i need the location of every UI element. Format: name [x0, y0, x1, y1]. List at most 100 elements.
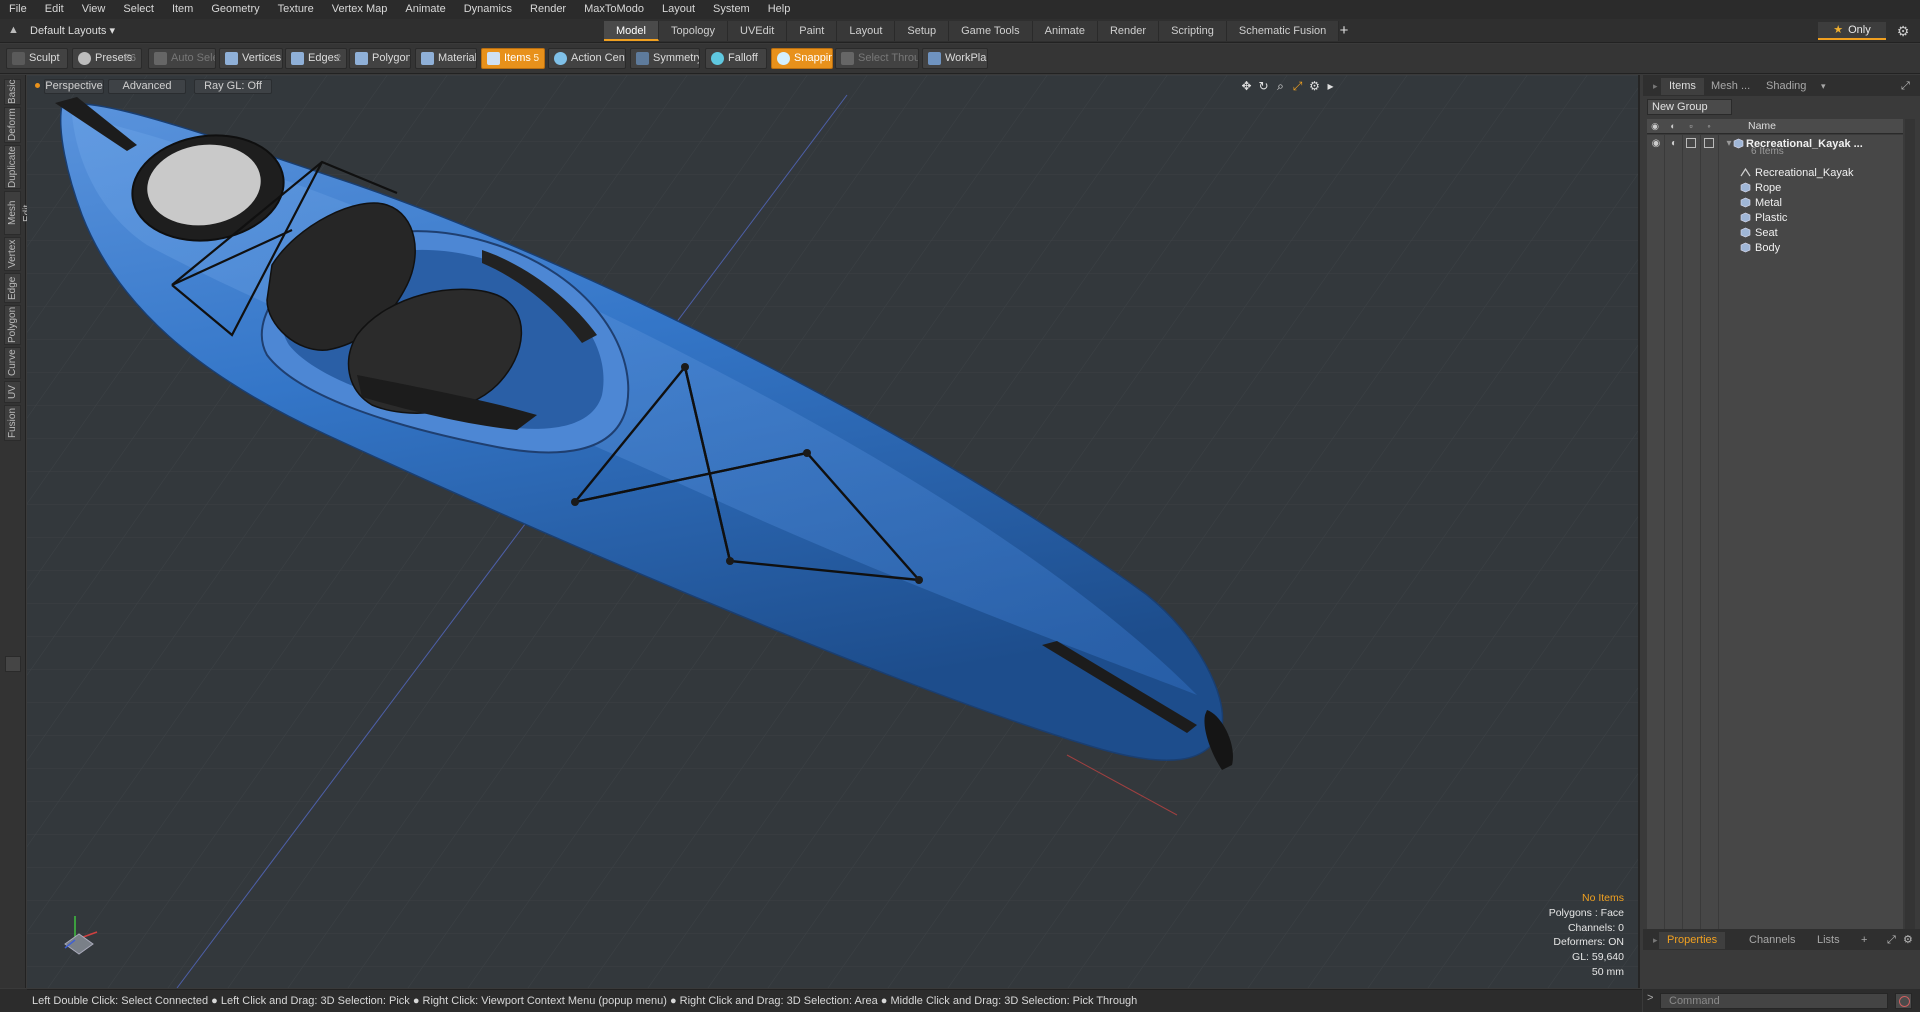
view-mode-dropdown[interactable]: Perspective	[44, 79, 104, 94]
menu-maxtomodo[interactable]: MaxToModo	[575, 0, 653, 19]
menu-geometry[interactable]: Geometry	[202, 0, 268, 19]
raygl-toggle[interactable]: Ray GL: Off	[194, 79, 272, 94]
layout-tab-bar: ▲ Default Layouts ▾ Model Topology UVEdi…	[0, 19, 1920, 43]
action-center-button[interactable]: Action Center	[548, 48, 626, 69]
tool-options-icon[interactable]	[5, 656, 21, 672]
fit-view-icon[interactable]: ⤢	[1290, 79, 1305, 94]
lock-checkbox[interactable]	[1686, 138, 1696, 148]
tab-render[interactable]: Render	[1097, 21, 1160, 41]
new-group-button[interactable]: New Group	[1647, 99, 1732, 115]
edges-shortcut: 2	[335, 53, 341, 64]
item-row-root[interactable]: ◉ ◐ ▾ Recreational_Kayak ... 6 Items	[1647, 135, 1903, 163]
add-tab-icon[interactable]: +	[1335, 21, 1353, 41]
select-through-button[interactable]: Select Through	[835, 48, 919, 69]
gl-info: GL: 59,640	[1572, 951, 1624, 964]
gear-icon[interactable]: ⚙	[1894, 22, 1912, 40]
vtab-basic[interactable]: Basic	[4, 79, 21, 105]
menu-edit[interactable]: Edit	[36, 0, 73, 19]
menu-texture[interactable]: Texture	[269, 0, 323, 19]
tab-mesh[interactable]: Mesh ...	[1703, 78, 1758, 95]
tab-properties[interactable]: Properties	[1659, 932, 1726, 949]
snapping-button[interactable]: Snapping	[771, 48, 833, 69]
tab-scripting[interactable]: Scripting	[1159, 21, 1227, 41]
axis-gizmo-icon	[64, 916, 98, 955]
menu-vertex-map[interactable]: Vertex Map	[323, 0, 397, 19]
kayak-scene	[27, 75, 1638, 988]
menu-system[interactable]: System	[704, 0, 759, 19]
layout-collapse-icon[interactable]: ▲	[8, 24, 20, 36]
menu-select[interactable]: Select	[114, 0, 163, 19]
menu-dynamics[interactable]: Dynamics	[455, 0, 521, 19]
menu-render[interactable]: Render	[521, 0, 575, 19]
vtab-curve[interactable]: Curve	[4, 347, 21, 379]
tab-game-tools[interactable]: Game Tools	[949, 21, 1033, 41]
presets-button[interactable]: Presets F6	[72, 48, 142, 69]
tab-uvedit[interactable]: UVEdit	[728, 21, 788, 41]
materials-button[interactable]: Materials	[415, 48, 477, 69]
pan-icon[interactable]: ✥	[1239, 79, 1254, 94]
vtab-edge[interactable]: Edge	[4, 273, 21, 303]
visibility-eye-icon[interactable]: ◉	[1650, 138, 1662, 149]
tab-items[interactable]: Items	[1661, 78, 1704, 95]
item-label: Plastic	[1755, 212, 1788, 224]
vtab-vertex[interactable]: Vertex	[4, 237, 21, 271]
tab-shading[interactable]: Shading	[1758, 78, 1814, 95]
tab-paint[interactable]: Paint	[787, 21, 838, 41]
polygons-button[interactable]: Polygons	[349, 48, 411, 69]
snapping-label: Snapping	[794, 52, 832, 64]
properties-settings-icon[interactable]: ⚙	[1895, 932, 1920, 949]
vertices-shortcut: 1	[271, 53, 277, 64]
edges-button[interactable]: Edges 2	[285, 48, 347, 69]
tab-topology[interactable]: Topology	[658, 21, 729, 41]
tab-layout[interactable]: Layout	[837, 21, 896, 41]
mesh-icon	[1740, 212, 1751, 223]
only-toggle-button[interactable]: ★ Only	[1818, 22, 1886, 40]
vtab-polygon[interactable]: Polygon	[4, 305, 21, 345]
tab-animate[interactable]: Animate	[1032, 21, 1098, 41]
add-panel-tab-icon[interactable]: +	[1853, 932, 1875, 949]
menu-help[interactable]: Help	[759, 0, 800, 19]
menu-animate[interactable]: Animate	[396, 0, 454, 19]
shading-mode-dropdown[interactable]: Advanced	[108, 79, 186, 94]
vtab-mesh-edit[interactable]: Mesh Edit	[4, 191, 33, 235]
select-checkbox[interactable]	[1704, 138, 1714, 148]
render-toggle-icon[interactable]: ◐	[1668, 138, 1680, 149]
layout-dropdown[interactable]: Default Layouts ▾	[30, 22, 115, 40]
workplane-button[interactable]: WorkPlane	[922, 48, 988, 69]
tool-palette-tabs: Basic Deform Duplicate Mesh Edit Vertex …	[0, 75, 33, 988]
command-input[interactable]: Command	[1660, 993, 1888, 1009]
vtab-duplicate[interactable]: Duplicate	[4, 145, 21, 189]
tab-schematic-fusion[interactable]: Schematic Fusion	[1226, 21, 1340, 41]
tab-lists[interactable]: Lists	[1809, 932, 1848, 949]
menu-item[interactable]: Item	[163, 0, 202, 19]
record-macro-icon[interactable]	[1895, 993, 1912, 1009]
item-list-scrollbar[interactable]	[1905, 119, 1915, 997]
vertices-button[interactable]: Vertices 1	[219, 48, 283, 69]
vtab-fusion[interactable]: Fusion	[4, 405, 21, 441]
tab-channels[interactable]: Channels	[1741, 932, 1803, 949]
menu-view[interactable]: View	[73, 0, 115, 19]
auto-select-button[interactable]: Auto Select	[148, 48, 216, 69]
tab-setup[interactable]: Setup	[895, 21, 950, 41]
tab-model[interactable]: Model	[604, 21, 659, 41]
mesh-icon	[1740, 242, 1751, 253]
falloff-button[interactable]: Falloff	[705, 48, 767, 69]
vtab-deform[interactable]: Deform	[4, 107, 21, 143]
viewport-active-dot	[35, 83, 40, 88]
properties-panel	[1643, 950, 1920, 989]
viewport-settings-icon[interactable]: ⚙	[1307, 79, 1322, 94]
items-button[interactable]: Items 5	[481, 48, 545, 69]
sculpt-button[interactable]: Sculpt	[6, 48, 68, 69]
panel-maximize-icon[interactable]: ⤢	[1893, 78, 1918, 95]
vtab-uv[interactable]: UV	[4, 381, 21, 403]
rotate-icon[interactable]: ↻	[1256, 79, 1271, 94]
menu-layout[interactable]: Layout	[653, 0, 704, 19]
menu-file[interactable]: File	[0, 0, 36, 19]
items-icon	[487, 52, 500, 65]
zoom-icon[interactable]: ⌕	[1273, 79, 1288, 94]
symmetry-button[interactable]: Symmetry	[630, 48, 700, 69]
tabs-dropdown-icon[interactable]: ▾	[1813, 78, 1834, 95]
viewport-expand-icon[interactable]: ▸	[1323, 79, 1338, 94]
3d-viewport[interactable]: Perspective Advanced Ray GL: Off ✥ ↻ ⌕ ⤢…	[27, 75, 1640, 988]
item-row-body[interactable]: Body	[1647, 239, 1903, 257]
